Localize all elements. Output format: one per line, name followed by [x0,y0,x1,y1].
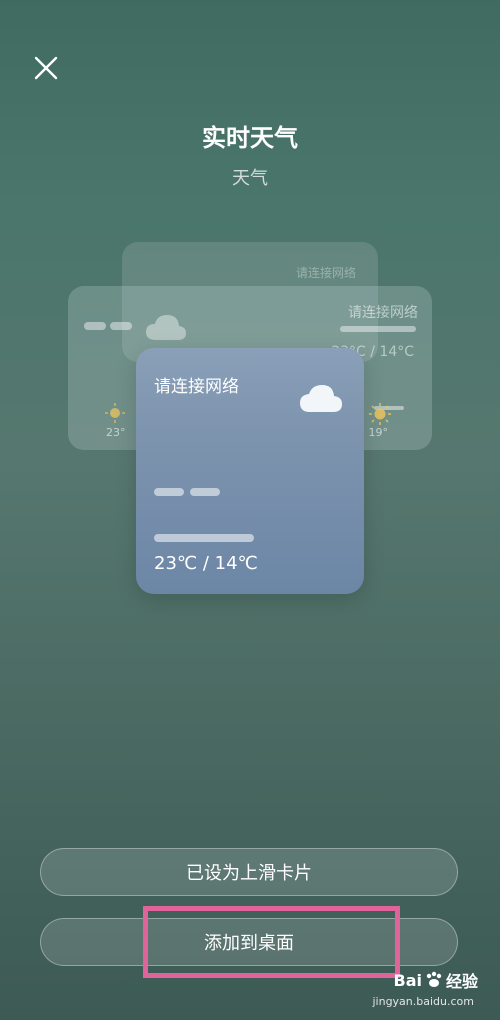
set-swipe-card-button[interactable]: 已设为上滑卡片 [40,848,458,896]
placeholder-bar [110,322,132,330]
baidu-watermark: Bai 经验 [394,968,479,992]
sun-icon [105,403,125,423]
close-icon[interactable] [30,52,62,84]
watermark-brand-a: Bai [393,970,422,990]
cloud-icon [146,315,186,340]
widget-preview-front[interactable]: 请连接网络 23℃ / 14℃ [136,348,364,594]
sun-icon [369,403,391,425]
middle-card-title: 请连接网络 [348,305,418,321]
back-card-text: 请连接网络 [295,266,356,280]
placeholder-bar [84,322,106,330]
placeholder-bar [190,488,220,496]
page-subtitle: 天气 [232,168,268,189]
watermark-url: jingyan.baidu.com [372,995,474,1008]
placeholder-bar [154,534,254,542]
front-card-title: 请连接网络 [154,377,239,397]
right-day-temp: 19° [368,426,389,439]
watermark-brand-b: 经验 [445,972,478,991]
cloud-icon [300,385,342,412]
front-card-temp: 23℃ / 14℃ [154,553,258,574]
left-day-temp: 23° [106,426,126,439]
placeholder-bar [340,326,416,332]
page-title: 实时天气 [202,124,298,152]
paw-icon [426,971,442,987]
highlight-box [143,906,400,978]
placeholder-bar [154,488,184,496]
